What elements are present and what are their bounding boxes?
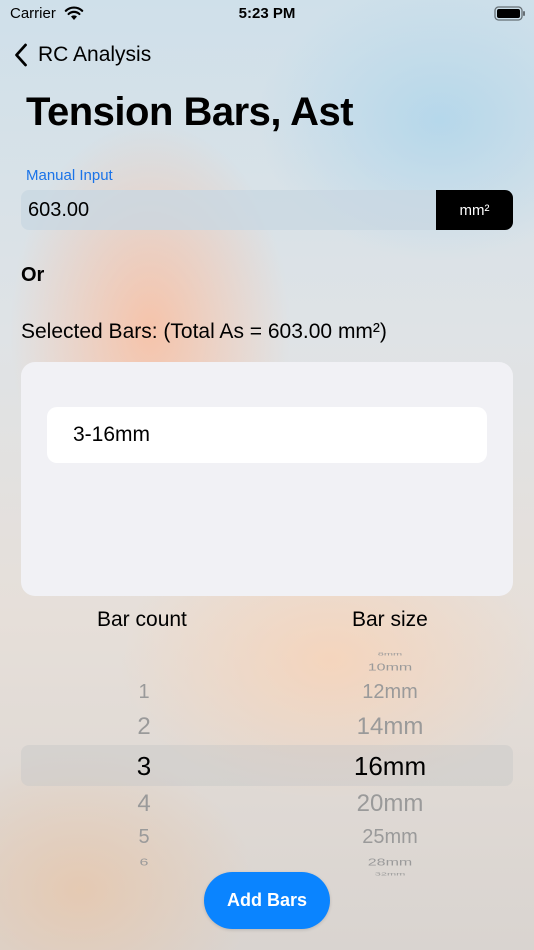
page-title: Tension Bars, Ast — [26, 90, 354, 134]
bar-size-option[interactable]: 28mm — [330, 857, 450, 869]
back-button[interactable]: RC Analysis — [14, 40, 151, 70]
selected-bars-card — [21, 362, 513, 596]
bar-size-option[interactable]: 12mm — [330, 681, 450, 704]
bar-size-header: Bar size — [352, 608, 428, 631]
bar-size-option[interactable]: 10mm — [330, 662, 450, 674]
bar-count-option[interactable]: 2 — [104, 713, 184, 741]
battery-icon — [494, 6, 525, 21]
back-label: RC Analysis — [38, 43, 152, 66]
or-label: Or — [21, 264, 45, 286]
bar-count-option[interactable]: 6 — [104, 857, 184, 869]
bar-size-option[interactable]: 14mm — [330, 713, 450, 741]
bar-count-header: Bar count — [97, 608, 187, 631]
bar-count-option[interactable]: 5 — [104, 826, 184, 849]
bar-size-option[interactable]: 25mm — [330, 826, 450, 849]
status-time: 5:23 PM — [238, 5, 296, 22]
bar-size-option[interactable]: 32mm — [330, 871, 450, 876]
bar-count-option[interactable]: 4 — [104, 790, 184, 818]
unit-button[interactable]: mm² — [436, 190, 513, 230]
bar-size-option-selected[interactable]: 16mm — [330, 751, 450, 782]
bar-size-option[interactable]: 20mm — [330, 790, 450, 818]
bar-count-option[interactable]: 1 — [104, 681, 184, 704]
manual-input-field[interactable] — [21, 190, 436, 230]
selected-bar-entry[interactable]: 3-16mm — [47, 407, 487, 463]
add-bars-button[interactable]: Add Bars — [204, 872, 330, 929]
selected-bars-label: Selected Bars: (Total As = 603.00 mm²) — [21, 320, 387, 343]
chevron-left-icon — [15, 43, 27, 67]
bar-count-option-selected[interactable]: 3 — [104, 751, 184, 782]
bar-size-option[interactable]: 8mm — [330, 651, 450, 656]
manual-input-label: Manual Input — [26, 167, 113, 184]
